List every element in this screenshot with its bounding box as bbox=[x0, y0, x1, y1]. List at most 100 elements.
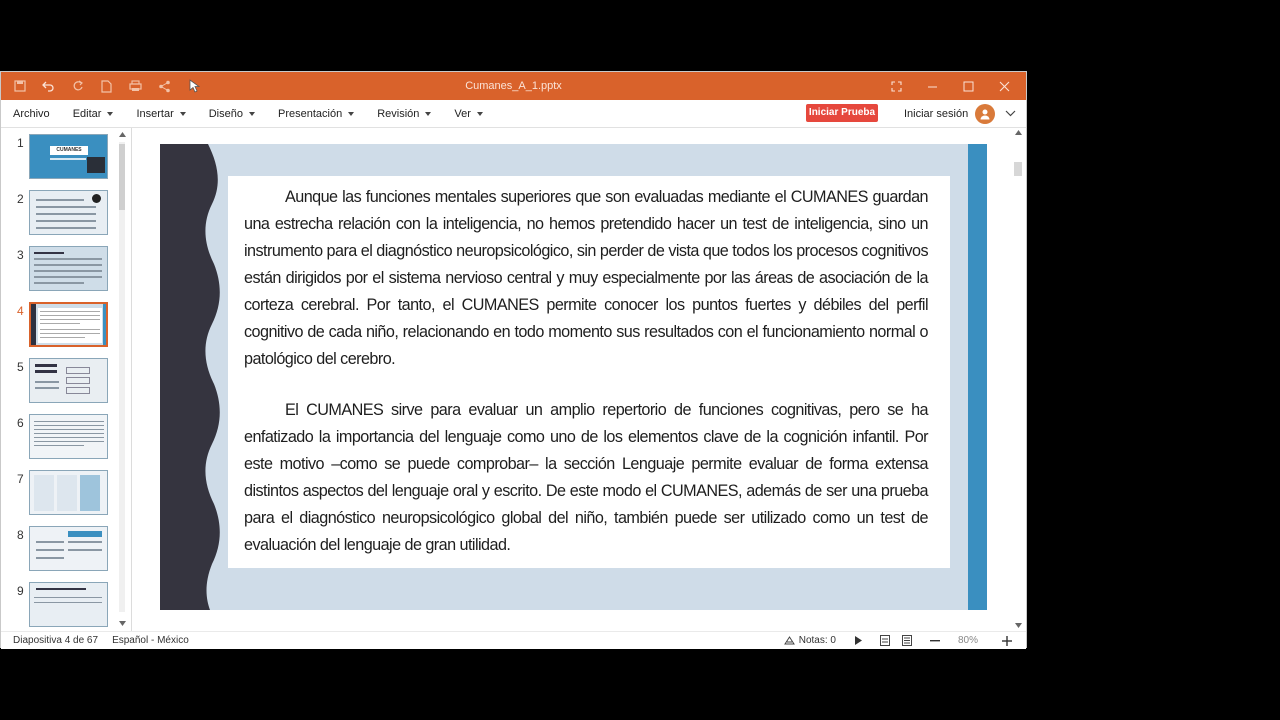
menu-insertar[interactable]: Insertar bbox=[124, 108, 196, 120]
scroll-down-icon[interactable] bbox=[119, 621, 126, 626]
play-icon[interactable] bbox=[842, 636, 874, 645]
slide-text-box[interactable]: Aunque las funciones mentales superiores… bbox=[228, 176, 950, 568]
thumbnail-row[interactable]: 9 bbox=[1, 582, 117, 632]
outline-view-icon[interactable] bbox=[896, 635, 918, 646]
scroll-up-icon[interactable] bbox=[1015, 130, 1022, 135]
try-button[interactable]: Iniciar Prueba bbox=[806, 104, 878, 122]
slide-thumbnail-panel: 1 CUMANES 2 3 4 5 6 7 8 9 bbox=[1, 128, 132, 632]
thumb-line bbox=[36, 206, 96, 208]
menu-diseno[interactable]: Diseño bbox=[197, 108, 266, 120]
scroll-up-icon[interactable] bbox=[119, 132, 126, 137]
canvas-scrollbar[interactable] bbox=[1014, 130, 1022, 632]
thumb-line bbox=[50, 158, 86, 160]
menu-editar[interactable]: Editar bbox=[61, 108, 125, 120]
thumb-line bbox=[40, 315, 100, 316]
ribbon-collapse-icon[interactable] bbox=[1005, 106, 1016, 120]
avatar[interactable] bbox=[975, 103, 996, 124]
save-icon[interactable] bbox=[7, 74, 32, 98]
fullscreen-icon[interactable] bbox=[878, 72, 914, 100]
thumb-line bbox=[35, 381, 59, 383]
chevron-down-icon bbox=[425, 111, 432, 116]
thumbnail-number: 5 bbox=[17, 360, 24, 374]
zoom-in-button[interactable] bbox=[984, 635, 1012, 646]
undo-icon[interactable] bbox=[36, 74, 61, 98]
chevron-down-icon bbox=[107, 111, 114, 116]
thumb-column bbox=[34, 475, 54, 511]
menu-label: Editar bbox=[72, 107, 102, 120]
menu-ver[interactable]: Ver bbox=[442, 108, 494, 120]
thumb-line bbox=[40, 337, 85, 338]
thumb-line bbox=[34, 258, 102, 260]
slide-thumbnail[interactable] bbox=[29, 414, 108, 459]
scroll-thumb[interactable] bbox=[119, 144, 125, 210]
scroll-thumb[interactable] bbox=[1014, 162, 1022, 176]
thumb-line bbox=[34, 252, 64, 254]
status-right: Notas: 0 80% bbox=[778, 632, 1012, 649]
minimize-icon[interactable] bbox=[914, 72, 950, 100]
thumbnail-row[interactable]: 5 bbox=[1, 358, 117, 410]
slide-paragraph-2: El CUMANES sirve para evaluar un amplio … bbox=[244, 401, 929, 554]
menu-items: Archivo Editar Insertar Diseño Presentac… bbox=[1, 100, 494, 127]
slide-thumbnail[interactable] bbox=[29, 190, 108, 235]
thumbnail-row[interactable]: 4 bbox=[1, 302, 117, 354]
current-slide[interactable]: Aunque las funciones mentales superiores… bbox=[160, 144, 987, 610]
thumb-box bbox=[66, 377, 90, 384]
zoom-out-button[interactable] bbox=[918, 639, 952, 642]
thumbnail-row[interactable]: 1 CUMANES bbox=[1, 134, 117, 186]
thumb-line bbox=[40, 329, 100, 330]
zoom-level[interactable]: 80% bbox=[952, 635, 984, 646]
thumb-image bbox=[92, 194, 101, 203]
menu-revision[interactable]: Revisión bbox=[365, 108, 442, 120]
thumbnail-row[interactable]: 3 bbox=[1, 246, 117, 298]
thumbnail-row[interactable]: 7 bbox=[1, 470, 117, 522]
print-icon[interactable] bbox=[123, 74, 148, 98]
slide-thumbnail[interactable] bbox=[29, 358, 108, 403]
thumb-line bbox=[68, 541, 102, 543]
thumb-line bbox=[36, 213, 96, 215]
thumbnail-row[interactable]: 6 bbox=[1, 414, 117, 466]
maximize-icon[interactable] bbox=[950, 72, 986, 100]
thumb-line bbox=[34, 270, 102, 272]
thumbnail-number: 4 bbox=[17, 304, 24, 318]
redo-icon[interactable] bbox=[65, 74, 90, 98]
thumb-line bbox=[40, 333, 100, 334]
slide-thumbnail[interactable] bbox=[29, 526, 108, 571]
slide-blue-band bbox=[968, 144, 987, 610]
slide-thumbnail[interactable]: CUMANES bbox=[29, 134, 108, 179]
language-indicator[interactable]: Español - México bbox=[112, 635, 189, 646]
thumbnail-row[interactable]: 8 bbox=[1, 526, 117, 578]
slide-thumbnail-active[interactable] bbox=[29, 302, 108, 347]
notes-toggle[interactable]: Notas: 0 bbox=[778, 635, 842, 646]
thumbnail-number: 7 bbox=[17, 472, 24, 486]
title-bar: Cumanes_A_1.pptx bbox=[1, 72, 1026, 100]
chevron-down-icon bbox=[248, 111, 255, 116]
new-file-icon[interactable] bbox=[94, 74, 119, 98]
thumb-line bbox=[36, 227, 96, 229]
scroll-track[interactable] bbox=[119, 142, 125, 612]
status-bar: Diapositiva 4 de 67 Español - México Not… bbox=[1, 631, 1026, 649]
cursor-icon[interactable] bbox=[181, 74, 206, 98]
thumbnail-number: 1 bbox=[17, 136, 24, 150]
thumb-line bbox=[34, 282, 84, 284]
menu-label: Diseño bbox=[208, 107, 243, 120]
slide-thumbnail[interactable] bbox=[29, 470, 108, 515]
slide-counter: Diapositiva 4 de 67 bbox=[13, 635, 99, 646]
thumb-line bbox=[68, 549, 102, 551]
share-icon[interactable] bbox=[152, 74, 177, 98]
scroll-down-icon[interactable] bbox=[1015, 623, 1022, 628]
slide-wavy-band bbox=[160, 144, 220, 610]
thumbnail-row[interactable]: 2 bbox=[1, 190, 117, 242]
app-window: Cumanes_A_1.pptx Archivo Editar Insertar… bbox=[0, 71, 1027, 649]
thumb-line bbox=[40, 323, 80, 324]
login-button[interactable]: Iniciar sesión bbox=[904, 100, 996, 127]
menu-archivo[interactable]: Archivo bbox=[1, 108, 61, 120]
thumbnail-scrollbar[interactable] bbox=[118, 132, 126, 626]
slide-thumbnail[interactable] bbox=[29, 582, 108, 627]
close-icon[interactable] bbox=[986, 72, 1022, 100]
menu-presentacion[interactable]: Presentación bbox=[266, 108, 365, 120]
thumb-line bbox=[34, 276, 102, 278]
normal-view-icon[interactable] bbox=[874, 635, 896, 646]
slide-thumbnail[interactable] bbox=[29, 246, 108, 291]
menu-bar: Archivo Editar Insertar Diseño Presentac… bbox=[1, 100, 1026, 128]
thumb-line bbox=[34, 441, 104, 442]
